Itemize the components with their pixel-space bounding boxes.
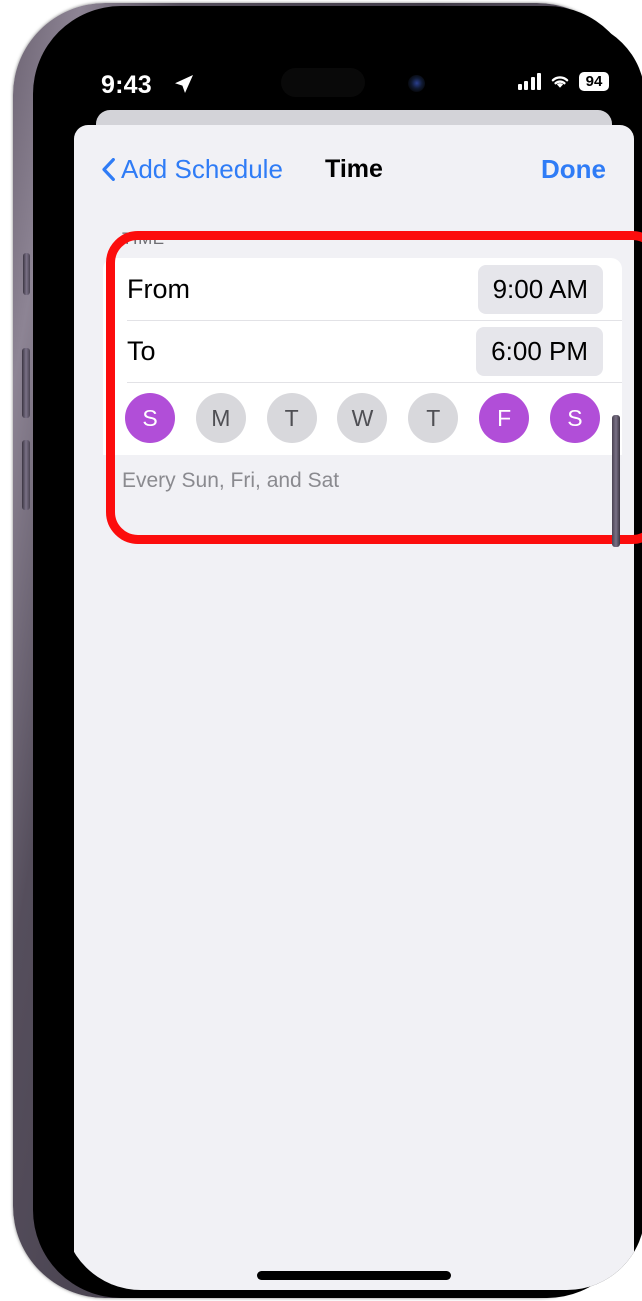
- dynamic-island: [281, 68, 365, 97]
- mute-switch-button[interactable]: [23, 253, 30, 295]
- wifi-icon: [551, 76, 569, 88]
- chevron-left-icon: [102, 157, 115, 181]
- back-button[interactable]: Add Schedule: [102, 154, 283, 185]
- day-toggle-tuesday[interactable]: T: [266, 393, 317, 443]
- day-selector: S M T W T F S: [103, 382, 622, 455]
- row-to-label: To: [127, 335, 156, 366]
- back-button-label: Add Schedule: [121, 153, 283, 184]
- power-button[interactable]: [612, 415, 620, 547]
- front-camera-icon: [408, 75, 425, 92]
- day-toggle-wednesday[interactable]: W: [337, 393, 388, 443]
- to-time-button[interactable]: 6:00 PM: [476, 326, 603, 376]
- navigation-bar: Add Schedule Time Done: [74, 125, 634, 213]
- status-bar: 9:43 94: [63, 20, 642, 112]
- volume-up-button[interactable]: [22, 348, 30, 418]
- row-to[interactable]: To 6:00 PM: [103, 320, 622, 382]
- section-footer-repeat-summary: Every Sun, Fri, and Sat: [122, 469, 340, 492]
- battery-indicator: 94: [579, 72, 609, 91]
- phone-frame: 9:43 94 Add Schedule Time Done TIME From…: [13, 3, 642, 1298]
- status-bar-indicators: 94: [517, 72, 609, 91]
- time-settings-card: From 9:00 AM To 6:00 PM S M T W T F S: [103, 258, 622, 455]
- row-from[interactable]: From 9:00 AM: [103, 258, 622, 320]
- day-toggle-thursday[interactable]: T: [408, 393, 459, 443]
- volume-down-button[interactable]: [22, 440, 30, 510]
- location-arrow-icon: [175, 75, 193, 93]
- section-header-time: TIME: [122, 229, 165, 248]
- home-indicator: [257, 1271, 451, 1280]
- phone-screen: 9:43 94 Add Schedule Time Done TIME From…: [63, 20, 642, 1290]
- phone-bezel: 9:43 94 Add Schedule Time Done TIME From…: [33, 6, 642, 1298]
- day-toggle-sunday[interactable]: S: [125, 393, 175, 443]
- day-toggle-monday[interactable]: M: [195, 393, 246, 443]
- row-from-label: From: [127, 273, 190, 304]
- time-modal-sheet: Add Schedule Time Done TIME From 9:00 AM…: [74, 125, 634, 1290]
- day-toggle-saturday[interactable]: S: [549, 393, 600, 443]
- day-toggle-friday[interactable]: F: [479, 393, 530, 443]
- status-bar-clock: 9:43: [101, 71, 152, 99]
- done-button[interactable]: Done: [541, 154, 606, 185]
- from-time-button[interactable]: 9:00 AM: [477, 264, 603, 314]
- cellular-signal-icon: [517, 73, 541, 90]
